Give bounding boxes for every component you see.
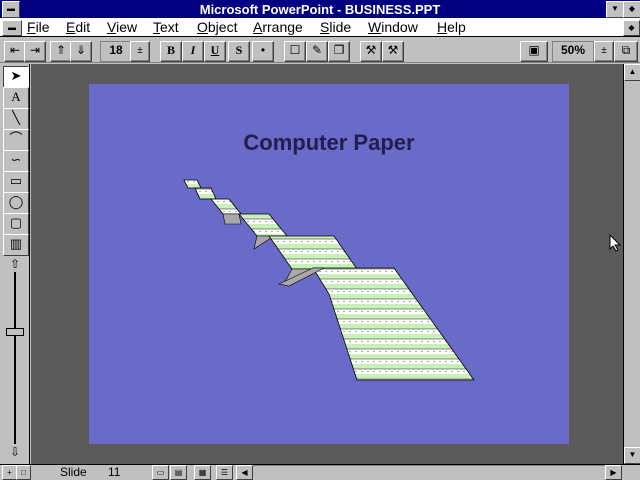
bold-button[interactable]: B [160,41,182,62]
slider-up-icon[interactable]: ⇧ [6,258,24,270]
fit-window-icon[interactable]: ⧉ [614,41,638,62]
menu-window[interactable]: Window [368,19,418,35]
freeform-tool-icon[interactable]: ∽ [3,150,29,172]
bullet-button[interactable]: • [252,41,274,62]
apply-style-icon[interactable]: ⚒ [382,41,404,62]
shape-tool-icon[interactable]: ▢ [3,213,29,235]
slide-view-icon[interactable]: □ [16,465,31,480]
move-down-icon[interactable]: ⇓ [70,41,92,62]
menu-view[interactable]: View [107,19,137,35]
text-tool-icon[interactable]: A [3,87,29,109]
slide-sorter-icon[interactable]: ▦ [194,465,211,480]
mouse-cursor-icon [609,234,621,252]
slide[interactable]: Computer Paper [89,84,569,444]
promote-icon[interactable]: ⇤ [4,41,26,62]
scroll-up-icon[interactable]: ▲ [624,64,640,81]
arrow-tool-icon[interactable]: ➤ [3,66,29,88]
window-title: Microsoft PowerPoint - BUSINESS.PPT [199,2,441,17]
pick-up-style-icon[interactable]: ⚒ [360,41,382,62]
outline-view-icon[interactable]: ☰ [216,465,233,480]
rectangle-tool-icon[interactable]: ▭ [3,171,29,193]
status-bar: + □ Slide 11 ▭ ▤ ▦ ☰ ◀ ▶ [0,464,640,480]
menu-object[interactable]: Object [197,19,237,35]
menu-slide[interactable]: Slide [320,19,351,35]
scroll-right-icon[interactable]: ▶ [605,465,622,480]
menu-help[interactable]: Help [437,19,466,35]
toolbar: ⇤ ⇥ ⇑ ⇓ 18 ± B I U S • ☐ ✎ ❐ ⚒ ⚒ ▣ 50% ±… [0,38,640,63]
move-up-icon[interactable]: ⇑ [50,41,72,62]
scroll-down-icon[interactable]: ▼ [624,447,640,464]
arc-tool-icon[interactable]: ⌒ [3,129,29,151]
demote-icon[interactable]: ⇥ [24,41,46,62]
horizontal-scrollbar[interactable] [253,465,605,479]
font-size-field[interactable]: 18 [100,41,132,62]
vertical-scrollbar[interactable]: ▲ ▼ [623,64,640,464]
slide-number: 11 [108,465,121,479]
scroll-left-icon[interactable]: ◀ [236,465,253,480]
shadow-button[interactable]: S [228,41,250,62]
zoom-field[interactable]: 50% [552,41,594,62]
slider-down-icon[interactable]: ⇩ [6,446,24,458]
line-tool-icon[interactable]: ╲ [3,108,29,130]
new-slide-icon[interactable]: + [2,465,17,480]
size-grip [622,465,638,479]
menu-file[interactable]: File [27,19,50,35]
document-restore-button[interactable]: ◆ [623,20,640,36]
menu-edit[interactable]: Edit [66,19,90,35]
slide-title[interactable]: Computer Paper [89,130,569,156]
menu-bar: ▬ File Edit View Text Object Arrange Sli… [0,18,640,37]
underline-button[interactable]: U [204,41,226,62]
minimize-button[interactable]: ▼ [606,1,624,18]
slide-show-icon[interactable]: ▣ [520,41,548,62]
tool-palette: ➤ A ╲ ⌒ ∽ ▭ ◯ ▢ ▥ ⇧ ⇩ [0,64,30,464]
ellipse-tool-icon[interactable]: ◯ [3,192,29,214]
title-bar: ▬ Microsoft PowerPoint - BUSINESS.PPT ▼ … [0,0,640,18]
italic-button[interactable]: I [182,41,204,62]
shadow-object-icon[interactable]: ❐ [328,41,350,62]
slider-track [14,272,16,444]
graph-tool-icon[interactable]: ▥ [3,234,29,256]
zoom-stepper[interactable]: ± [594,41,614,62]
slide-label: Slide [60,465,87,479]
fill-icon[interactable]: ✎ [306,41,328,62]
slide-slider[interactable]: ⇧ ⇩ [6,258,24,458]
menu-arrange[interactable]: Arrange [253,19,303,35]
restore-button[interactable]: ◆ [623,1,640,18]
menu-text[interactable]: Text [153,19,179,35]
font-size-stepper[interactable]: ± [130,41,150,62]
line-style-icon[interactable]: ☐ [284,41,306,62]
notes-view-icon[interactable]: ▤ [170,465,187,480]
slider-thumb[interactable] [6,328,24,336]
document-control-menu[interactable]: ▬ [2,20,22,36]
slide-view-button-icon[interactable]: ▭ [152,465,169,480]
